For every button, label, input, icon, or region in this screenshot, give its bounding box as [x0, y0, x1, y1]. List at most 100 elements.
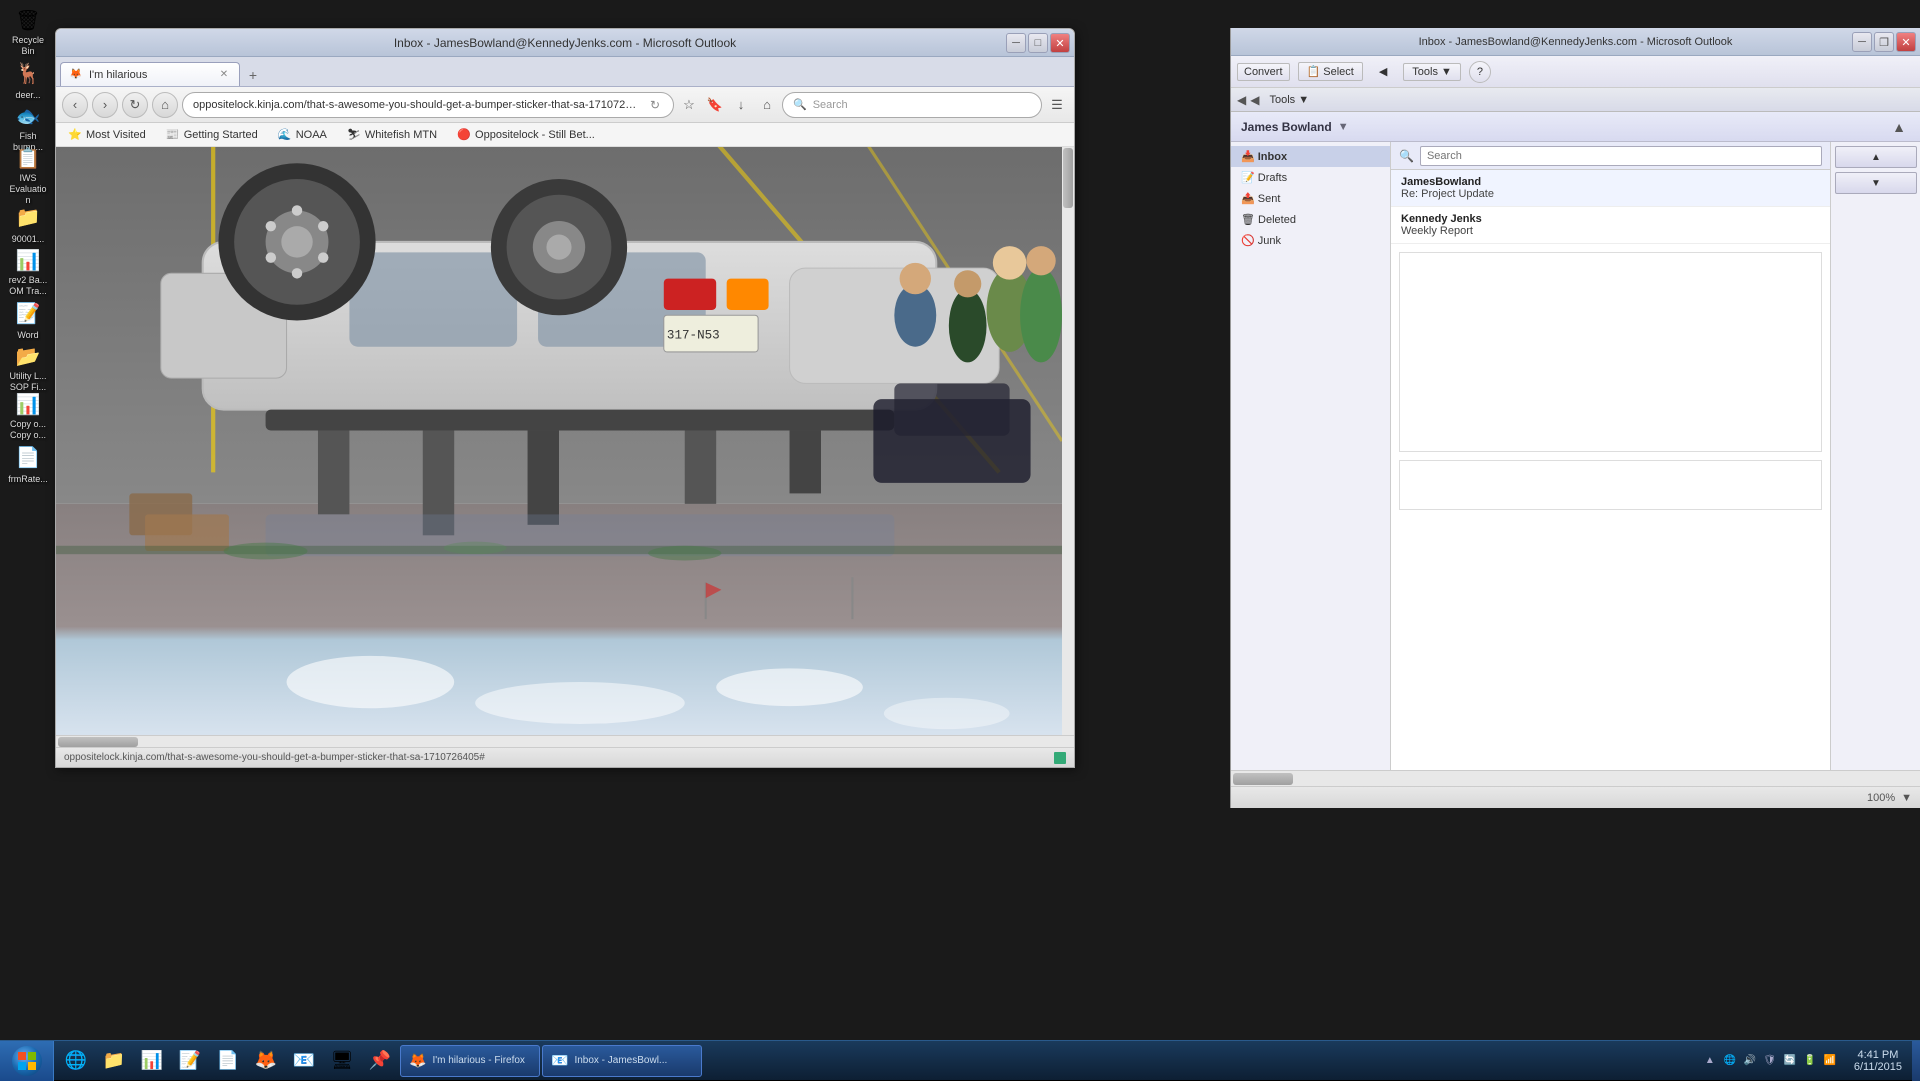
taskbar-outlook-icon[interactable]: 📧 [286, 1045, 322, 1077]
home-nav-icon[interactable]: ⌂ [756, 94, 778, 116]
zoom-dropdown-button[interactable]: ▼ [1901, 792, 1912, 804]
browser-tab-active[interactable]: 🦊 I'm hilarious ✕ [60, 62, 240, 86]
statusbar-url-text: oppositelock.kinja.com/that-s-awesome-yo… [64, 752, 1054, 763]
bookmark-oppositelock[interactable]: 🔴 Oppositelock - Still Bet... [451, 126, 601, 144]
desktop-icon-list: 🗑 Recycle Bin 🦌 deer... 🐟 Fish bump... 📋… [8, 10, 48, 486]
help-label: ? [1477, 66, 1483, 78]
folder-drafts[interactable]: 📝 Drafts [1231, 167, 1390, 188]
url-bar[interactable]: oppositelock.kinja.com/that-s-awesome-yo… [182, 92, 674, 118]
desktop-icon-word[interactable]: 📝 Word [8, 298, 48, 342]
hscroll-thumb[interactable] [58, 737, 138, 747]
tab-close-button[interactable]: ✕ [217, 68, 231, 82]
show-desktop-button[interactable] [1912, 1041, 1920, 1081]
bookmark-getting-started[interactable]: 📰 Getting Started [160, 126, 264, 144]
desktop-icon-fish[interactable]: 🐟 Fish bump... [8, 106, 48, 150]
back-button[interactable]: ‹ [62, 92, 88, 118]
desktop-icon-excel-copy[interactable]: 📊 Copy o... Copy o... [8, 394, 48, 438]
forward-button[interactable]: › [92, 92, 118, 118]
taskbar-word-icon[interactable]: 📝 [172, 1045, 208, 1077]
taskbar-firefox-app-button[interactable]: 🦊 I'm hilarious - Firefox [400, 1045, 540, 1077]
browser-bookmarks-bar: ⭐ Most Visited 📰 Getting Started 🌊 NOAA … [56, 123, 1074, 147]
excel-copy-label: Copy o... Copy o... [8, 419, 48, 441]
folder-junk[interactable]: 🚫 Junk [1231, 230, 1390, 251]
help-button[interactable]: ? [1469, 61, 1491, 83]
select-button[interactable]: 📋 Select [1298, 62, 1363, 81]
menu-icon[interactable]: ☰ [1046, 94, 1068, 116]
taskbar-sticky-icon[interactable]: 📌 [362, 1045, 398, 1077]
outlook-restore-button[interactable]: ❐ [1874, 32, 1894, 52]
most-visited-favicon: ⭐ [68, 128, 82, 142]
downloads-icon[interactable]: ↓ [730, 94, 752, 116]
scrollbar-thumb[interactable] [1063, 148, 1073, 208]
select-icon: 📋 [1307, 65, 1321, 78]
desktop-icon-frmrate[interactable]: 📄 frmRate... [8, 442, 48, 486]
bookmark-noaa[interactable]: 🌊 NOAA [272, 126, 333, 144]
90001-icon: 📁 [14, 204, 42, 232]
taskbar-items: 🌐 📁 📊 📝 📄 🦊 📧 🖥 [54, 1041, 1696, 1080]
search-bar[interactable]: 🔍 Search [782, 92, 1042, 118]
outlook-minimize-button[interactable]: ─ [1852, 32, 1872, 52]
outlook-hscroll[interactable] [1231, 770, 1920, 786]
outlook-user-dropdown-icon[interactable]: ▼ [1338, 121, 1349, 133]
outlook-hscroll-thumb[interactable] [1233, 773, 1293, 785]
browser-hscroll[interactable] [56, 735, 1074, 747]
bookmarks-star-icon[interactable]: ☆ [678, 94, 700, 116]
utility-label: Utility L... SOP Fi... [8, 371, 48, 393]
new-tab-button[interactable]: + [242, 64, 264, 86]
right-tool-1[interactable]: ▲ [1835, 146, 1917, 168]
tray-battery-icon[interactable]: 🔋 [1802, 1053, 1818, 1069]
desktop-icon-iws[interactable]: 📋 IWS Evaluation [8, 154, 48, 198]
tools-button[interactable]: Tools ▼ [1403, 63, 1461, 81]
right-tool-2[interactable]: ▼ [1835, 172, 1917, 194]
outlook-expand-button[interactable]: ▲ [1888, 116, 1910, 138]
navigate-back-icon[interactable]: ◀ [1371, 63, 1395, 80]
outlook-nav-collapse-icon[interactable]: ◀ [1250, 93, 1259, 107]
desktop-icon-recycle[interactable]: 🗑 Recycle Bin [8, 10, 48, 54]
taskbar-clock[interactable]: 4:41 PM 6/11/2015 [1844, 1041, 1912, 1080]
taskbar-ie-icon[interactable]: 🌐 [58, 1045, 94, 1077]
desktop-icon-deer[interactable]: 🦌 deer... [8, 58, 48, 102]
outlook-search-input[interactable] [1420, 146, 1822, 166]
noaa-favicon: 🌊 [278, 128, 292, 142]
close-button[interactable]: ✕ [1050, 33, 1070, 53]
convert-button[interactable]: Convert [1237, 63, 1290, 81]
desktop-icon-rev2[interactable]: 📊 rev2 Ba... OM Tra... [8, 250, 48, 294]
reload-button[interactable]: ↻ [122, 92, 148, 118]
minimize-button[interactable]: ─ [1006, 33, 1026, 53]
folder-inbox[interactable]: 📥 Inbox [1231, 146, 1390, 167]
tab-favicon: 🦊 [69, 68, 83, 82]
outlook-nav-expand-icon[interactable]: ◀ [1237, 93, 1246, 107]
taskbar-notepad-icon[interactable]: 📄 [210, 1045, 246, 1077]
taskbar-outlook-app-button[interactable]: 📧 Inbox - JamesBowl... [542, 1045, 702, 1077]
email-row-1[interactable]: JamesBowland Re: Project Update [1391, 170, 1830, 207]
taskbar-excel-icon[interactable]: 📊 [134, 1045, 170, 1077]
bookmark-this-icon[interactable]: 🔖 [704, 94, 726, 116]
browser-scrollbar[interactable] [1062, 147, 1074, 735]
tray-speaker-icon[interactable]: 🔊 [1742, 1053, 1758, 1069]
email-from-2: Kennedy Jenks [1401, 213, 1820, 225]
frmrate-icon: 📄 [14, 444, 42, 472]
home-button[interactable]: ⌂ [152, 92, 178, 118]
desktop-icon-90001[interactable]: 📁 90001... [8, 202, 48, 246]
taskbar-vnc-icon[interactable]: 🖥 [324, 1045, 360, 1077]
url-reload-button[interactable]: ↻ [647, 97, 663, 113]
outlook-close-button[interactable]: ✕ [1896, 32, 1916, 52]
email-row-2[interactable]: Kennedy Jenks Weekly Report [1391, 207, 1830, 244]
bookmark-most-visited[interactable]: ⭐ Most Visited [62, 126, 152, 144]
car-image-container: 317-N53 [56, 147, 1062, 735]
bookmark-whitefish[interactable]: ⛷ Whitefish MTN [341, 126, 443, 144]
tray-arrow-icon[interactable]: ▲ [1702, 1053, 1718, 1069]
desktop-icon-utility[interactable]: 📂 Utility L... SOP Fi... [8, 346, 48, 390]
start-button[interactable] [0, 1041, 54, 1081]
taskbar-explorer-icon[interactable]: 📁 [96, 1045, 132, 1077]
tray-security-icon[interactable]: 🛡 [1762, 1053, 1778, 1069]
tray-network-icon[interactable]: 🌐 [1722, 1053, 1738, 1069]
taskbar-firefox-icon[interactable]: 🦊 [248, 1045, 284, 1077]
tray-wifi-icon[interactable]: 📶 [1822, 1053, 1838, 1069]
folder-sent[interactable]: 📤 Sent [1231, 188, 1390, 209]
maximize-button[interactable]: □ [1028, 33, 1048, 53]
email-subject-1: Re: Project Update [1401, 188, 1820, 200]
tray-update-icon[interactable]: 🔄 [1782, 1053, 1798, 1069]
folder-deleted[interactable]: 🗑 Deleted [1231, 209, 1390, 230]
outlook-nav-tools-dropdown[interactable]: Tools ▼ [1263, 94, 1315, 106]
